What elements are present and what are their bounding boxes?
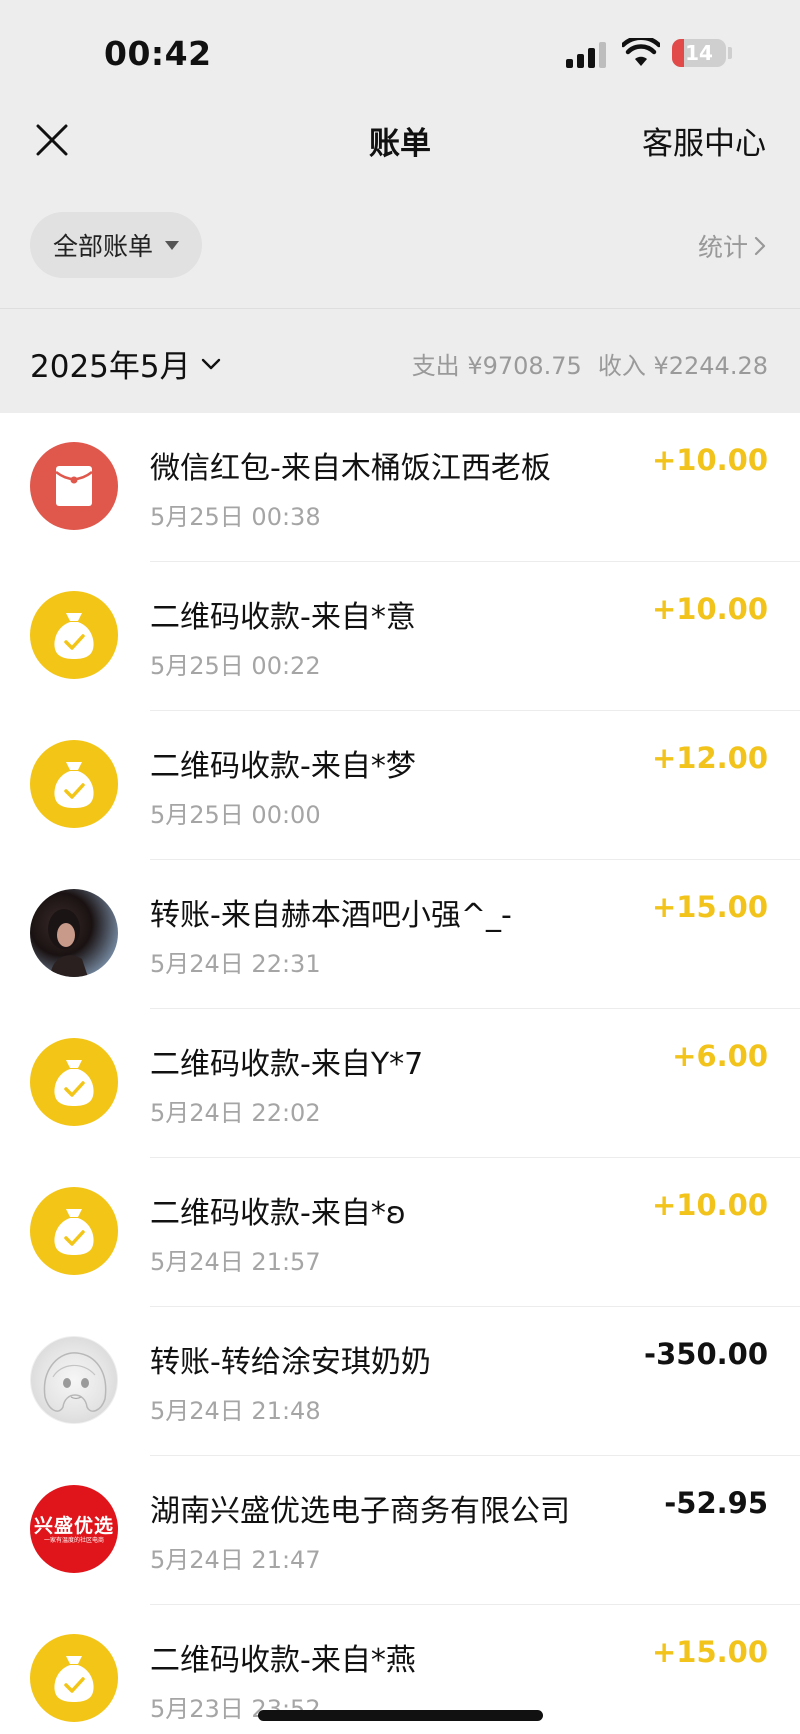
transaction-row[interactable]: 转账-来自赫本酒吧小强^_- 5月24日 22:31 +15.00 (0, 860, 800, 1009)
transaction-list: 微信红包-来自木桶饭江西老板 5月25日 00:38 +10.00 二维码收款-… (0, 413, 800, 1734)
transaction-amount: +12.00 (651, 741, 768, 775)
expense-total: 支出 ¥9708.75 (411, 352, 582, 380)
user-photo-avatar (30, 889, 118, 977)
brand-logo-text: 兴盛优选 (33, 1515, 114, 1537)
transaction-title: 湖南兴盛优选电子商务有限公司 (150, 1494, 570, 1529)
wifi-icon (622, 38, 660, 66)
red-packet-icon (30, 442, 118, 530)
transaction-time: 5月25日 00:22 (150, 652, 321, 680)
statistics-label: 统计 (697, 233, 748, 262)
transaction-title: 二维码收款-来自*梦 (150, 749, 416, 784)
transaction-title: 二维码收款-来自*燕 (150, 1643, 416, 1678)
brand-logo: 兴盛优选 一家有温度的社区电商 (30, 1485, 118, 1573)
transaction-amount: +15.00 (651, 890, 768, 924)
transaction-time: 5月25日 00:00 (150, 801, 321, 829)
transaction-amount: +6.00 (672, 1039, 768, 1073)
anime-avatar (30, 1336, 118, 1424)
transaction-time: 5月24日 21:48 (150, 1397, 321, 1425)
transaction-row[interactable]: 转账-转给涂安琪奶奶 5月24日 21:48 -350.00 (0, 1307, 800, 1456)
month-selector[interactable]: 2025年5月 (30, 341, 221, 386)
chevron-right-icon (754, 236, 766, 256)
transaction-amount: -350.00 (644, 1337, 768, 1371)
caret-down-icon (165, 240, 179, 250)
transaction-row[interactable]: 二维码收款-来自*意 5月25日 00:22 +10.00 (0, 562, 800, 711)
status-time: 00:42 (104, 34, 212, 73)
brand-logo-slogan: 一家有温度的社区电商 (43, 1537, 104, 1544)
transaction-amount: +10.00 (651, 592, 768, 626)
transaction-amount: +15.00 (651, 1635, 768, 1669)
transaction-amount: +10.00 (651, 1188, 768, 1222)
home-indicator[interactable] (258, 1710, 543, 1721)
transaction-row[interactable]: 微信红包-来自木桶饭江西老板 5月25日 00:38 +10.00 (0, 413, 800, 562)
transaction-time: 5月25日 00:38 (150, 503, 321, 531)
transaction-title: 转账-来自赫本酒吧小强^_- (150, 898, 512, 933)
bill-filter-label: 全部账单 (52, 232, 153, 261)
transaction-time: 5月24日 22:02 (150, 1099, 321, 1127)
transaction-title: 二维码收款-来自Y*7 (150, 1047, 424, 1082)
statistics-link[interactable]: 统计 (698, 228, 766, 264)
money-bag-icon (30, 1038, 118, 1126)
transaction-title: 转账-转给涂安琪奶奶 (150, 1345, 431, 1380)
income-total: 收入 ¥2244.28 (597, 352, 768, 380)
transaction-time: 5月24日 21:47 (150, 1546, 321, 1574)
transaction-title: 二维码收款-来自*ʚ (150, 1196, 406, 1231)
transaction-amount: -52.95 (664, 1486, 768, 1520)
transaction-row[interactable]: 二维码收款-来自*ʚ 5月24日 21:57 +10.00 (0, 1158, 800, 1307)
status-bar: 00:42 14 (0, 0, 800, 100)
month-label: 2025年5月 (30, 349, 191, 385)
month-summary: 支出 ¥9708.75 收入 ¥2244.28 (412, 346, 768, 381)
transaction-amount: +10.00 (651, 443, 768, 477)
money-bag-icon (30, 740, 118, 828)
money-bag-icon (30, 591, 118, 679)
transaction-row[interactable]: 二维码收款-来自Y*7 5月24日 22:02 +6.00 (0, 1009, 800, 1158)
bill-filter-button[interactable]: 全部账单 (30, 212, 202, 278)
customer-service-link[interactable]: 客服中心 (642, 118, 766, 163)
money-bag-icon (30, 1187, 118, 1275)
transaction-title: 二维码收款-来自*意 (150, 600, 416, 635)
cellular-signal-icon (566, 42, 608, 68)
money-bag-icon (30, 1634, 118, 1722)
transaction-time: 5月24日 22:31 (150, 950, 321, 978)
chevron-down-icon (201, 358, 220, 369)
battery-cap (728, 47, 732, 59)
transaction-title: 微信红包-来自木桶饭江西老板 (150, 451, 551, 486)
transaction-time: 5月24日 21:57 (150, 1248, 321, 1276)
battery-icon: 14 (672, 39, 726, 67)
transaction-row[interactable]: 兴盛优选 一家有温度的社区电商 湖南兴盛优选电子商务有限公司 5月24日 21:… (0, 1456, 800, 1605)
battery-level: 14 (685, 41, 713, 65)
transaction-row[interactable]: 二维码收款-来自*梦 5月25日 00:00 +12.00 (0, 711, 800, 860)
